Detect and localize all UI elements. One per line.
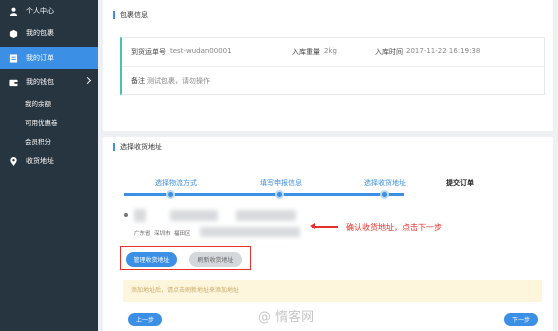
sidebar-subitem-coupons[interactable]: 可用优惠卷 — [25, 117, 58, 127]
redacted-name — [134, 209, 146, 222]
package-card: 到货运单号 test-wudan00001 入库重量 2kg 入库时间 2017… — [120, 37, 545, 95]
tracking-value: test-wudan00001 — [170, 47, 232, 55]
address-radio[interactable] — [124, 213, 128, 217]
step-dot-3 — [380, 190, 389, 199]
section-title-package: 包裹信息 — [113, 11, 148, 19]
manage-address-button[interactable]: 管理收货地址 — [126, 252, 177, 267]
prev-step-button[interactable]: 上一步 — [128, 313, 162, 326]
sidebar-item-profile[interactable]: 个人中心 — [0, 0, 98, 22]
next-step-button[interactable]: 下一步 — [504, 313, 538, 326]
step-label-2: 填写申报信息 — [260, 179, 302, 187]
annotation-text: 确认收货地址，点击下一步 — [346, 223, 442, 232]
wallet-icon — [9, 78, 18, 87]
step-label-1: 选择物流方式 — [155, 179, 197, 187]
sidebar-item-label: 我的包裹 — [26, 29, 54, 37]
sidebar-item-wallet[interactable]: 我的钱包 — [0, 71, 98, 93]
user-icon — [9, 7, 18, 16]
location-icon — [9, 156, 18, 166]
address-city: 深圳市 — [154, 231, 171, 237]
refresh-address-button[interactable]: 刷新收货地址 — [189, 252, 242, 267]
sidebar-item-label: 个人中心 — [26, 7, 54, 15]
note-label: 备注 — [131, 77, 145, 85]
sidebar-item-label: 我的订单 — [26, 54, 54, 62]
step-label-4: 提交订单 — [446, 179, 474, 187]
notice-banner: 添加地址后，请点击刷新地址来添加地址 — [123, 280, 542, 302]
address-district: 福田区 — [174, 231, 191, 237]
step-label-3: 选择收货地址 — [364, 179, 406, 187]
watermark: @ 惰客网 — [258, 310, 315, 325]
divider — [122, 66, 544, 67]
address-province: 广东省 — [134, 231, 151, 237]
annotation-arrow-icon — [310, 223, 338, 229]
sidebar-subitem-balance[interactable]: 我的余额 — [25, 98, 51, 108]
sidebar-item-label: 收货地址 — [26, 157, 54, 165]
package-icon — [9, 29, 18, 38]
weight-label: 入库重量 — [292, 48, 320, 56]
note-value: 测试包裹，请勿操作 — [147, 77, 210, 85]
order-icon — [9, 53, 18, 63]
sidebar-item-address[interactable]: 收货地址 — [0, 150, 98, 172]
sidebar-item-label: 我的钱包 — [26, 78, 54, 86]
sidebar-subitem-points[interactable]: 会员积分 — [25, 136, 51, 146]
redacted-street — [200, 227, 300, 237]
redacted-phone — [236, 210, 296, 221]
step-dot-1 — [166, 190, 175, 199]
time-label: 入库时间 — [375, 48, 403, 56]
sidebar-item-packages[interactable]: 我的包裹 — [0, 22, 98, 44]
tracking-label: 到货运单号 — [131, 48, 166, 56]
time-value: 2017-11-22 16:19:38 — [406, 47, 481, 55]
redacted-info — [170, 210, 218, 221]
section-title-address: 选择收货地址 — [113, 143, 162, 151]
sidebar: 个人中心 我的包裹 我的订单 我的钱包 我的余额 可用优惠卷 会员积分 收货地址 — [0, 0, 98, 331]
chevron-right-icon — [83, 76, 92, 85]
weight-value: 2kg — [324, 47, 337, 55]
sidebar-item-orders[interactable]: 我的订单 — [0, 47, 98, 69]
step-dot-2 — [275, 190, 284, 199]
package-info-panel: 包裹信息 到货运单号 test-wudan00001 入库重量 2kg 入库时间… — [103, 0, 553, 131]
